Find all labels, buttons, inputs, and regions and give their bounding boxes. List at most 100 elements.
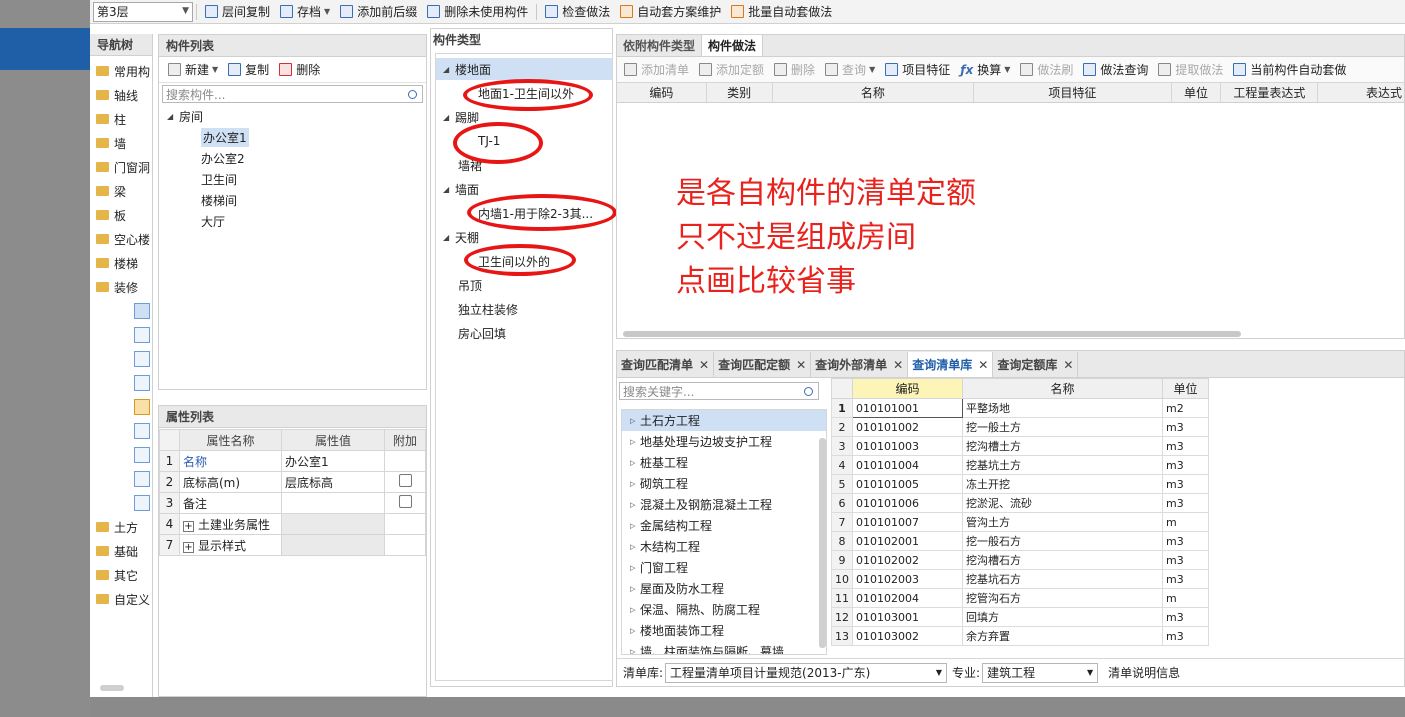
nav-item-axis[interactable]: 轴线: [90, 83, 152, 107]
close-icon[interactable]: ✕: [893, 358, 903, 372]
method-brush-button[interactable]: 做法刷: [1015, 59, 1078, 81]
bill-code[interactable]: 010102004: [852, 588, 963, 608]
nav-item-beam[interactable]: 梁: [90, 179, 152, 203]
close-icon[interactable]: ✕: [1063, 358, 1073, 372]
category-item[interactable]: ▷ 墙、柱面装饰与隔断、幕墙...: [622, 641, 826, 654]
table-row[interactable]: 6 010101006 挖淤泥、流砂 m3: [831, 493, 1209, 513]
bill-code[interactable]: 010101002: [852, 417, 963, 437]
property-row[interactable]: 1 名称 办公室1: [159, 450, 426, 472]
close-icon[interactable]: ✕: [796, 358, 806, 372]
tree-item-office1[interactable]: 办公室1: [167, 127, 426, 148]
new-button[interactable]: 新建 ▼: [163, 59, 223, 81]
property-group-row[interactable]: 4 + 土建业务属性: [159, 513, 426, 535]
nav-item-common[interactable]: 常用构: [90, 59, 152, 83]
table-row[interactable]: 5 010101005 冻土开挖 m3: [831, 474, 1209, 494]
nav-sub-wall-finish[interactable]: [90, 395, 152, 419]
nav-sub-backfill[interactable]: [90, 491, 152, 515]
nav-sub-skirting[interactable]: [90, 347, 152, 371]
close-icon[interactable]: ✕: [978, 358, 988, 372]
extra-checkbox[interactable]: [398, 495, 412, 508]
table-row[interactable]: 8 010102001 挖一般石方 m3: [831, 531, 1209, 551]
nav-scrollbar[interactable]: [100, 685, 124, 691]
bill-code[interactable]: 010101004: [852, 455, 963, 475]
ctype-group-column[interactable]: 独立柱装修: [458, 298, 518, 320]
nav-sub-dado[interactable]: [90, 371, 152, 395]
category-item[interactable]: ▷ 屋面及防水工程: [622, 578, 826, 599]
query-button[interactable]: 查询 ▼: [820, 59, 880, 81]
category-item[interactable]: ▷ 楼地面装饰工程: [622, 620, 826, 641]
table-row[interactable]: 7 010101007 管沟土方 m: [831, 512, 1209, 532]
tree-item-office2[interactable]: 办公室2: [167, 148, 426, 169]
auto-scheme-button[interactable]: 自动套方案维护: [615, 1, 726, 23]
category-item[interactable]: ▷ 金属结构工程: [622, 515, 826, 536]
nav-item-other[interactable]: 其它: [90, 563, 152, 587]
copy-button[interactable]: 复制: [223, 59, 274, 81]
delete-unused-button[interactable]: 删除未使用构件: [422, 1, 533, 23]
nav-item-earthwork[interactable]: 土方: [90, 515, 152, 539]
category-item[interactable]: ▷ 砌筑工程: [622, 473, 826, 494]
table-row[interactable]: 3 010101003 挖沟槽土方 m3: [831, 436, 1209, 456]
nav-item-wall[interactable]: 墙: [90, 131, 152, 155]
nav-item-foundation[interactable]: 基础: [90, 539, 152, 563]
convert-button[interactable]: ƒx 换算 ▼: [955, 59, 1015, 81]
nav-sub-floor[interactable]: [90, 323, 152, 347]
table-row[interactable]: 2 010101002 挖一般土方 m3: [831, 417, 1209, 437]
tab-component-method[interactable]: 构件做法: [701, 34, 764, 56]
tree-item-hall[interactable]: 大厅: [167, 211, 426, 232]
save-button[interactable]: 存档 ▼: [275, 1, 335, 23]
table-row[interactable]: 4 010101004 挖基坑土方 m3: [831, 455, 1209, 475]
specialty-select[interactable]: 建筑工程 ▼: [982, 662, 1099, 683]
category-item[interactable]: ▷ 门窗工程: [622, 557, 826, 578]
item-feature-button[interactable]: 项目特征: [880, 59, 955, 81]
bill-code[interactable]: 010103001: [852, 607, 963, 627]
add-quota-button[interactable]: 添加定额: [694, 59, 769, 81]
tab-quota-library[interactable]: 查询定额库 ✕: [993, 352, 1079, 377]
tree-item-restroom[interactable]: 卫生间: [167, 169, 426, 190]
tab-match-quota[interactable]: 查询匹配定额 ✕: [714, 352, 812, 377]
bill-code[interactable]: 010101001: [852, 398, 963, 418]
ctype-group-ceiling[interactable]: ◢ 天棚: [443, 226, 479, 248]
category-item[interactable]: ▷ 保温、隔热、防腐工程: [622, 599, 826, 620]
bill-code[interactable]: 010101005: [852, 474, 963, 494]
nav-item-column[interactable]: 柱: [90, 107, 152, 131]
layer-copy-button[interactable]: 层间复制: [200, 1, 275, 23]
tab-attached-type[interactable]: 依附构件类型: [617, 34, 701, 56]
table-row[interactable]: 1 010101001 平整场地 m2: [831, 398, 1209, 418]
auto-method-button[interactable]: 当前构件自动套做: [1228, 59, 1351, 81]
tab-bill-library[interactable]: 查询清单库 ✕: [908, 352, 994, 377]
nav-item-slab[interactable]: 板: [90, 203, 152, 227]
tab-external-bill[interactable]: 查询外部清单 ✕: [811, 352, 909, 377]
nav-item-stairs[interactable]: 楼梯: [90, 251, 152, 275]
property-row[interactable]: 2 底标高(m) 层底标高: [159, 471, 426, 493]
nav-item-decoration[interactable]: 装修: [90, 275, 152, 299]
property-row[interactable]: 3 备注: [159, 492, 426, 514]
nav-item-custom[interactable]: 自定义: [90, 587, 152, 611]
method-query-button[interactable]: 做法查询: [1078, 59, 1153, 81]
check-method-button[interactable]: 检查做法: [540, 1, 615, 23]
table-row[interactable]: 10 010102003 挖基坑石方 m3: [831, 569, 1209, 589]
bill-code[interactable]: 010102002: [852, 550, 963, 570]
property-value[interactable]: 办公室1: [281, 450, 385, 472]
category-item[interactable]: ▷ 土石方工程: [622, 410, 826, 431]
nav-sub-ceiling[interactable]: [90, 419, 152, 443]
add-bill-button[interactable]: 添加清单: [619, 59, 694, 81]
extract-method-button[interactable]: 提取做法: [1153, 59, 1228, 81]
keyword-search-input[interactable]: 搜索关键字...: [619, 382, 819, 400]
bill-code[interactable]: 010102003: [852, 569, 963, 589]
bill-code[interactable]: 010101003: [852, 436, 963, 456]
bill-code[interactable]: 010101006: [852, 493, 963, 513]
property-value[interactable]: 层底标高: [281, 471, 385, 493]
bill-code[interactable]: 010103002: [852, 626, 963, 646]
category-item[interactable]: ▷ 木结构工程: [622, 536, 826, 557]
ctype-group-wall[interactable]: ◢ 墙面: [443, 178, 479, 200]
bill-library-select[interactable]: 工程量清单项目计量规范(2013-广东) ▼: [665, 662, 948, 683]
table-row[interactable]: 9 010102002 挖沟槽石方 m3: [831, 550, 1209, 570]
category-item[interactable]: ▷ 混凝土及钢筋混凝土工程: [622, 494, 826, 515]
horizontal-scrollbar[interactable]: [623, 331, 1241, 337]
tree-item-stairwell[interactable]: 楼梯间: [167, 190, 426, 211]
method-delete-button[interactable]: 删除: [769, 59, 820, 81]
table-row[interactable]: 11 010102004 挖管沟石方 m: [831, 588, 1209, 608]
expand-plus-icon[interactable]: +: [183, 520, 194, 532]
bill-code[interactable]: 010101007: [852, 512, 963, 532]
category-item[interactable]: ▷ 桩基工程: [622, 452, 826, 473]
